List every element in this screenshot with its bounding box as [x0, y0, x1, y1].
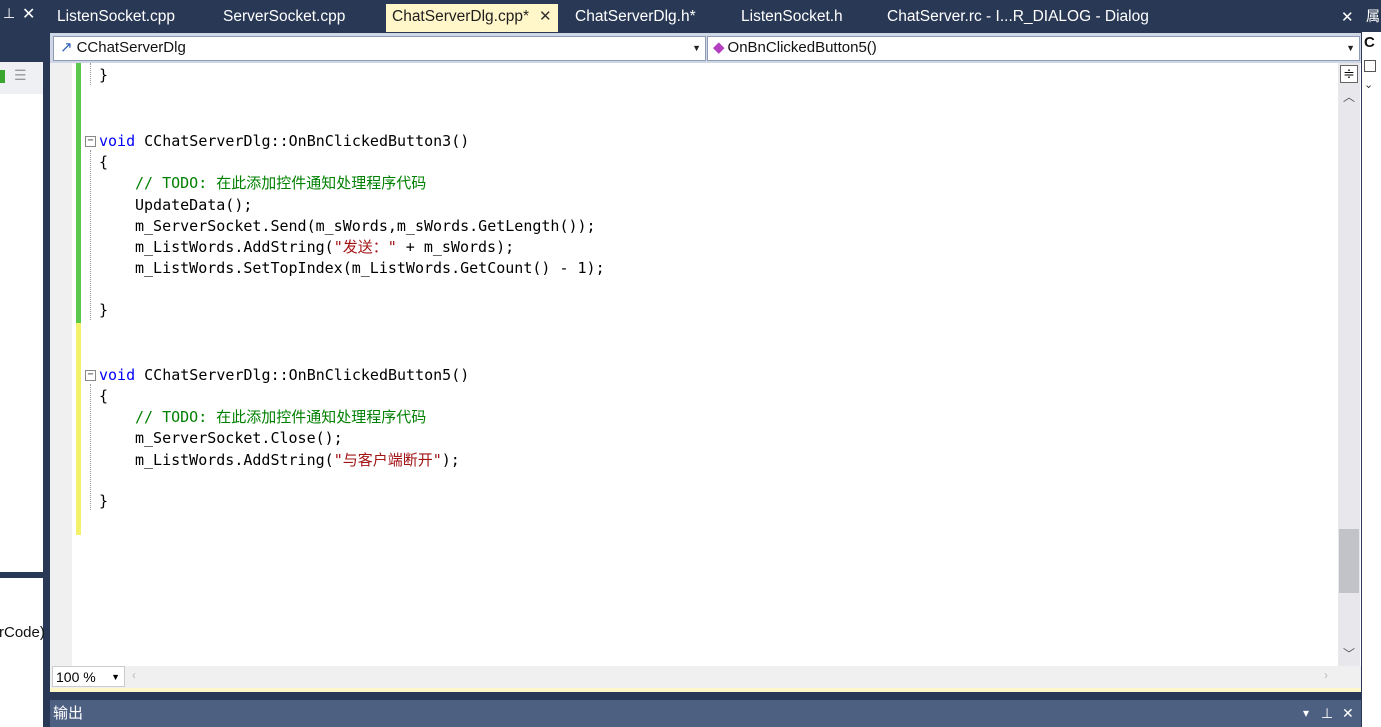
code-line: void CChatServerDlg::OnBnClickedButton3(…: [99, 131, 469, 151]
code-line: UpdateData();: [135, 196, 253, 214]
document-tab-strip: ListenSocket.cpp ServerSocket.cpp ChatSe…: [44, 0, 1362, 32]
grid-icon[interactable]: [1364, 60, 1376, 72]
tab-label: ChatServer.rc - I...R_DIALOG - Dialog: [887, 8, 1149, 25]
left-panel-content: [0, 62, 43, 572]
code-comment: // TODO: 在此添加控件通知处理程序代码: [135, 408, 427, 426]
code-line: }: [99, 301, 109, 319]
tab-label: ChatServerDlg.h*: [575, 8, 696, 25]
tab-chatserverdlg-h[interactable]: ChatServerDlg.h*: [575, 5, 696, 31]
close-tab-icon[interactable]: ✕: [539, 4, 552, 30]
left-panel-toolbar: ☰: [0, 62, 43, 94]
navigation-bar: ↗ CChatServerDlg ▼ ◆ OnBnClickedButton5() …: [50, 33, 1361, 63]
collapse-icon[interactable]: −: [85, 370, 96, 381]
output-panel-title: 输出: [53, 705, 84, 722]
keyword: void: [99, 366, 136, 384]
code-comment: // TODO: 在此添加控件通知处理程序代码: [135, 174, 427, 192]
saved-change-bar: [76, 63, 81, 323]
vertical-scroll-thumb[interactable]: [1339, 529, 1359, 593]
code-line: m_ServerSocket.Close();: [135, 429, 343, 447]
chevron-down-icon[interactable]: ▼: [111, 667, 120, 687]
pin-icon[interactable]: ⊥: [3, 5, 15, 22]
tab-label: ChatServerDlg.cpp*: [392, 8, 529, 25]
keyword: void: [99, 132, 136, 150]
code-text: );: [441, 451, 460, 469]
tab-label: ServerSocket.cpp: [223, 8, 346, 25]
zoom-combo[interactable]: 100 % ▼: [52, 666, 125, 687]
code-text: + m_sWords);: [396, 238, 515, 256]
dropdown-icon[interactable]: ▾: [1303, 701, 1309, 725]
right-panel-header: 属: [1362, 0, 1381, 32]
fold-guide: [90, 384, 92, 510]
tab-chatserver-rc[interactable]: ChatServer.rc - I...R_DIALOG - Dialog: [887, 5, 1149, 31]
code-line: m_ServerSocket.Send(m_sWords,m_sWords.Ge…: [135, 217, 596, 235]
split-icon[interactable]: ≑: [1340, 65, 1358, 83]
horizontal-scrollbar[interactable]: ‹ ›: [50, 666, 1361, 688]
code-text: m_ListWords.AddString(: [135, 238, 334, 256]
tab-label: ListenSocket.h: [741, 8, 843, 25]
class-combo[interactable]: ↗ CChatServerDlg ▼: [53, 36, 706, 61]
tab-label: ListenSocket.cpp: [57, 8, 176, 25]
member-combo[interactable]: ◆ OnBnClickedButton5() ▼: [707, 36, 1360, 61]
string-literal: "与客户端断开": [333, 451, 442, 469]
right-panel-title: 属: [1366, 8, 1380, 24]
collapse-icon[interactable]: −: [85, 136, 96, 147]
class-combo-value: CChatServerDlg: [76, 39, 186, 56]
tab-listensocket-cpp[interactable]: ListenSocket.cpp: [57, 5, 175, 31]
function-name: CChatServerDlg::OnBnClickedButton5(): [135, 366, 470, 384]
scroll-up-icon[interactable]: ︿: [1343, 88, 1355, 105]
scroll-right-icon[interactable]: ›: [1324, 668, 1328, 682]
chevron-down-icon[interactable]: ▼: [692, 37, 701, 59]
scroll-down-icon[interactable]: ﹀: [1343, 645, 1355, 662]
pin-icon[interactable]: ⊥: [1321, 701, 1333, 725]
code-fragment: rCode): [0, 624, 45, 641]
unsaved-change-bar: [76, 323, 81, 535]
right-panel: C ⌄: [1362, 0, 1381, 727]
code-line: m_ListWords.AddString("与客户端断开");: [135, 450, 460, 470]
function-name: CChatServerDlg::OnBnClickedButton3(): [135, 132, 470, 150]
zoom-value: 100 %: [56, 669, 96, 685]
editor-border: [50, 688, 1361, 692]
code-line: {: [99, 153, 109, 171]
code-text: m_ListWords.AddString(: [135, 451, 334, 469]
member-combo-value: OnBnClickedButton5(): [727, 39, 877, 56]
refresh-icon[interactable]: [0, 70, 5, 83]
tab-serversocket-cpp[interactable]: ServerSocket.cpp: [223, 5, 345, 31]
chevron-down-icon[interactable]: ▼: [1346, 37, 1355, 59]
left-panel-lower: rCode): [0, 578, 45, 727]
tab-listensocket-h[interactable]: ListenSocket.h: [741, 5, 843, 31]
scroll-left-icon[interactable]: ‹: [132, 668, 136, 682]
class-icon: ↗: [60, 39, 73, 56]
code-line: }: [99, 492, 109, 510]
code-line: m_ListWords.SetTopIndex(m_ListWords.GetC…: [135, 259, 605, 277]
fold-guide: [90, 150, 92, 320]
chevron-down-icon[interactable]: ⌄: [1364, 78, 1373, 91]
tab-chatserverdlg-cpp[interactable]: ChatServerDlg.cpp* ✕: [386, 4, 558, 32]
code-line: {: [99, 387, 109, 405]
code-line: void CChatServerDlg::OnBnClickedButton5(…: [99, 365, 469, 385]
method-icon: ◆: [713, 39, 725, 56]
right-panel-letter: C: [1364, 34, 1375, 51]
string-literal: "发送：": [333, 238, 397, 256]
collapse-icon[interactable]: ☰: [14, 67, 27, 84]
fold-guide: [90, 63, 92, 85]
code-line: }: [99, 66, 109, 84]
code-line: m_ListWords.AddString("发送：" + m_sWords);: [135, 237, 514, 257]
left-panel-header: ⊥ ✕: [0, 0, 43, 30]
close-document-icon[interactable]: ✕: [1341, 8, 1354, 26]
close-icon[interactable]: ✕: [22, 4, 35, 24]
close-icon[interactable]: ✕: [1342, 701, 1354, 725]
editor-margin: [50, 63, 72, 666]
output-panel-header[interactable]: 输出 ▾ ⊥ ✕: [50, 700, 1361, 727]
